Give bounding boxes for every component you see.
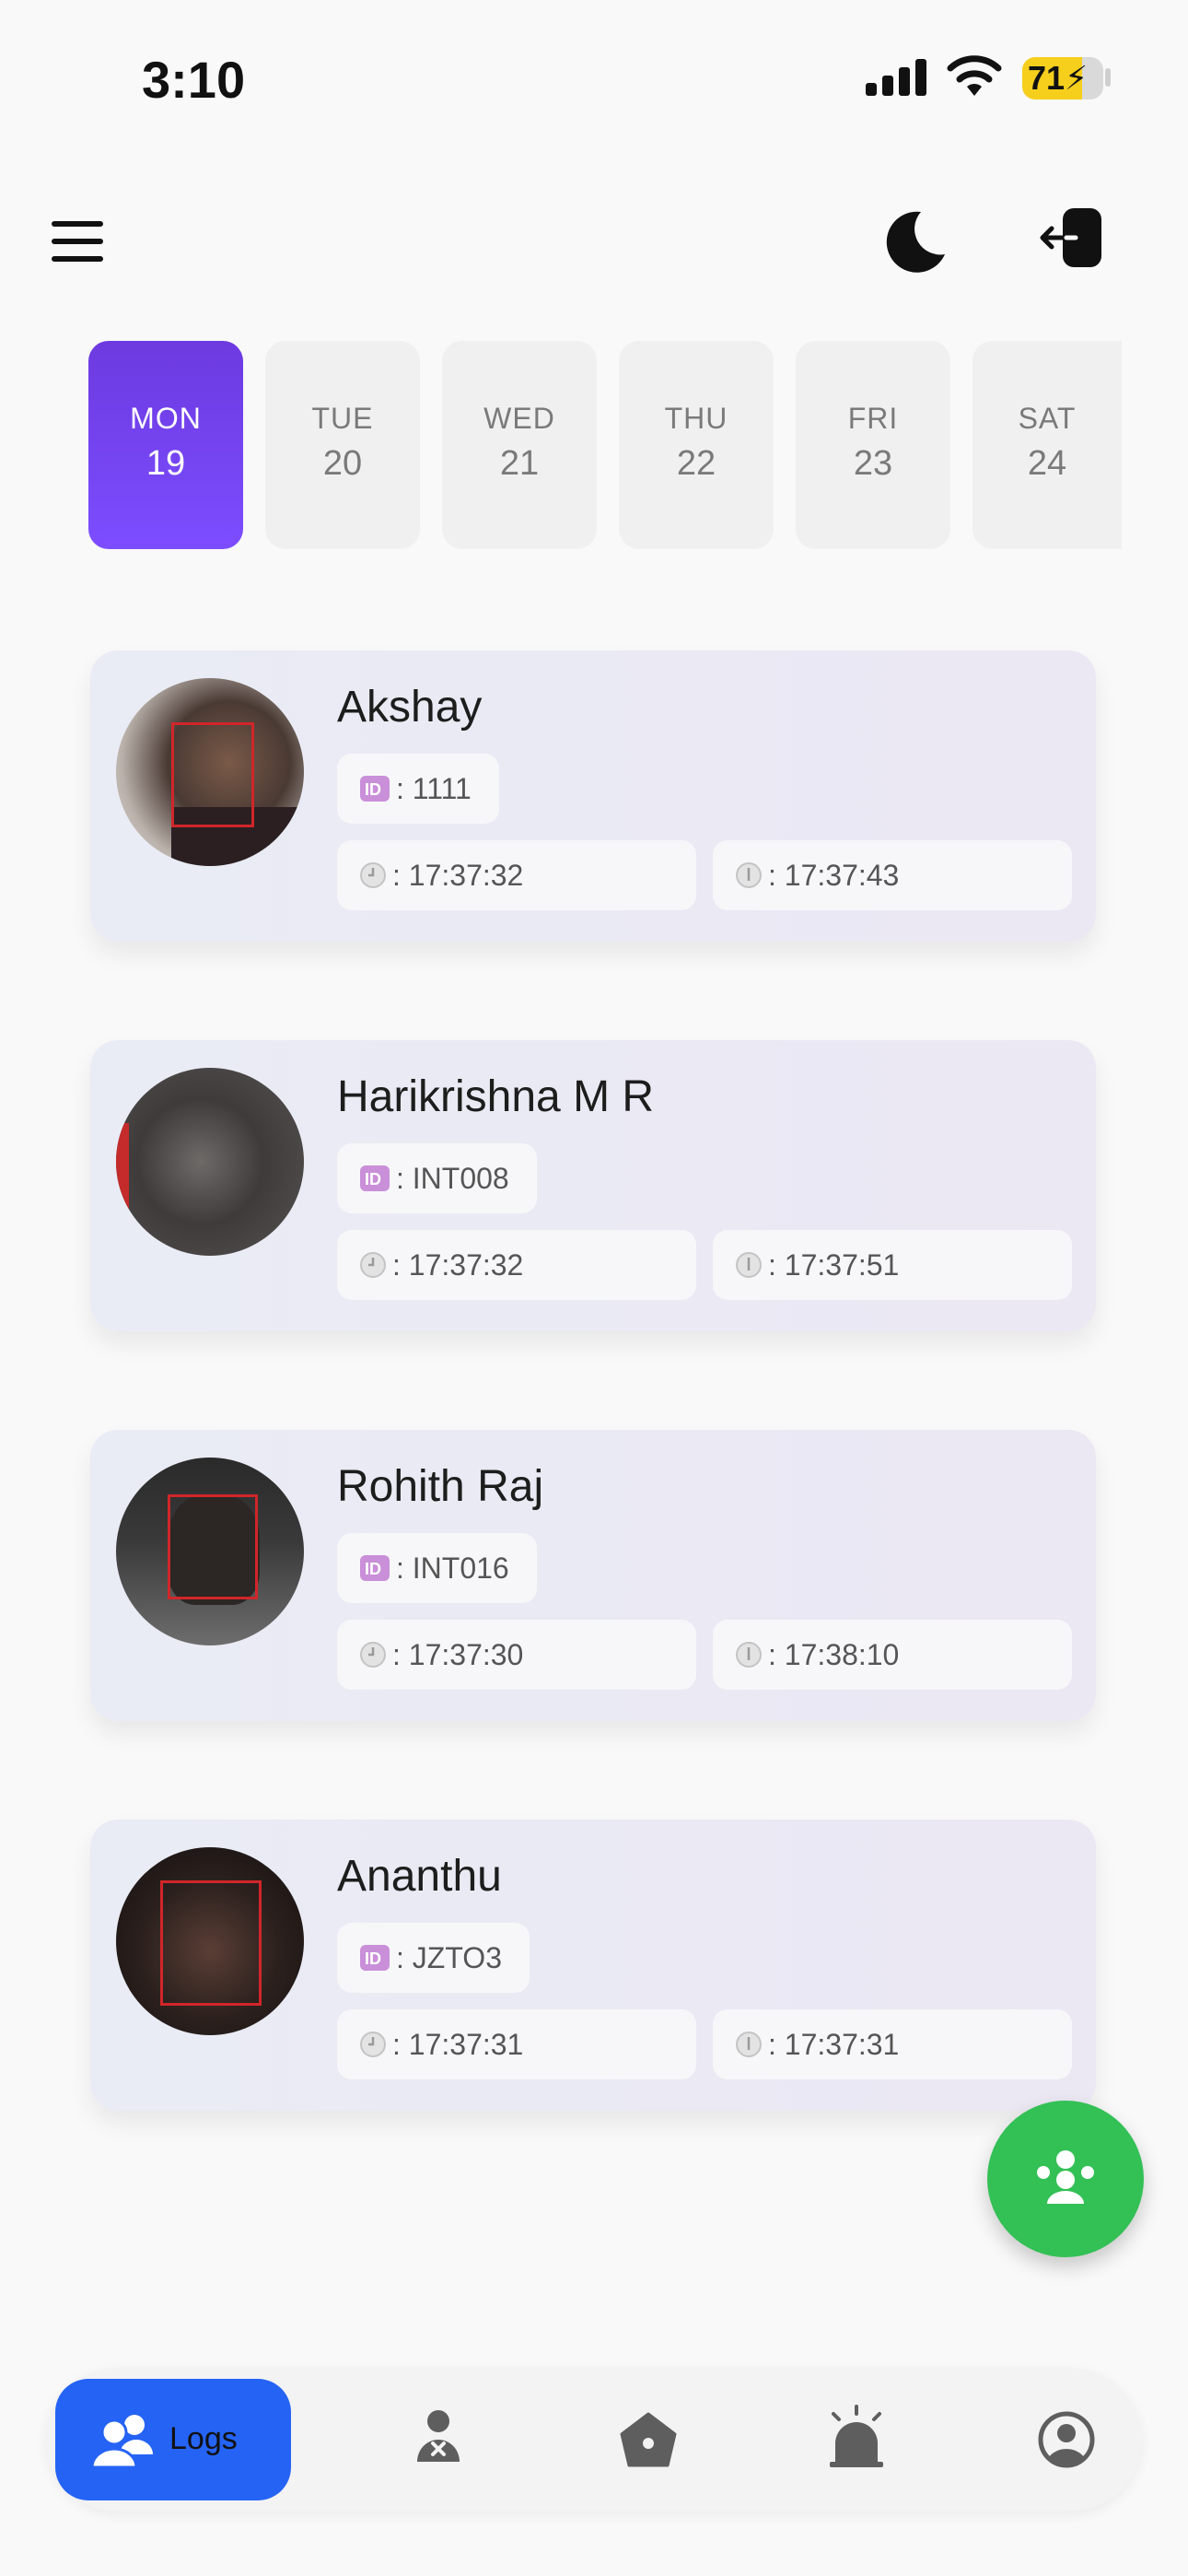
day-fri[interactable]: FRI 23 <box>796 341 950 549</box>
battery-level: 71 <box>1028 59 1066 97</box>
log-card[interactable]: Akshay ID : 1111 : 17:37:32 : 17:37:43 <box>90 650 1096 942</box>
check-in-time: : 17:37:32 <box>392 1247 524 1282</box>
day-sat[interactable]: SAT 24 <box>973 341 1122 549</box>
clock-out-icon <box>736 1252 762 1278</box>
employee-id-chip: ID : INT016 <box>337 1533 537 1603</box>
log-card[interactable]: Rohith Raj ID : INT016 : 17:37:30 : 17:3… <box>90 1430 1096 1721</box>
day-wed[interactable]: WED 21 <box>442 341 597 549</box>
moon-icon[interactable] <box>884 208 949 275</box>
clock-out-icon <box>736 862 762 888</box>
logout-icon[interactable] <box>1039 206 1105 271</box>
check-in-chip: : 17:37:32 <box>337 840 696 910</box>
employee-id: : 1111 <box>396 771 472 805</box>
employee-name: Rohith Raj <box>337 1462 544 1511</box>
check-in-chip: : 17:37:32 <box>337 1230 696 1300</box>
id-card-icon: ID <box>360 776 390 802</box>
face-scan-icon <box>1037 2150 1094 2204</box>
clock-out-icon <box>736 1642 762 1668</box>
avatar <box>116 1068 304 1256</box>
employee-id: : INT016 <box>396 1551 509 1585</box>
day-name: TUE <box>311 402 374 435</box>
check-out-chip: : 17:37:43 <box>713 840 1072 910</box>
day-tue[interactable]: TUE 20 <box>265 341 420 549</box>
clock-icon <box>360 2032 386 2057</box>
clock-icon <box>360 1642 386 1668</box>
avatar <box>116 1458 304 1645</box>
status-time: 3:10 <box>142 51 246 109</box>
day-number: 24 <box>1027 444 1067 483</box>
day-number: 19 <box>146 444 186 483</box>
avatar <box>116 678 304 866</box>
svg-text:ID: ID <box>365 780 381 799</box>
check-out-time: : 17:38:10 <box>768 1637 900 1671</box>
check-out-chip: : 17:38:10 <box>713 1620 1072 1690</box>
day-mon[interactable]: MON 19 <box>88 341 243 549</box>
cellular-signal-icon <box>866 59 926 96</box>
clock-out-icon <box>736 2032 762 2057</box>
clock-icon <box>360 862 386 888</box>
day-name: WED <box>483 402 555 435</box>
check-out-time: : 17:37:31 <box>768 2027 900 2061</box>
check-out-time: : 17:37:51 <box>768 1247 900 1282</box>
svg-text:ID: ID <box>365 1560 381 1578</box>
employee-name: Harikrishna M R <box>337 1072 655 1121</box>
day-name: FRI <box>847 402 899 435</box>
check-out-chip: : 17:37:31 <box>713 2009 1072 2079</box>
day-number: 22 <box>676 444 716 483</box>
nav-profile[interactable] <box>1030 2403 1103 2476</box>
wifi-icon <box>947 55 1002 96</box>
day-name: THU <box>664 402 728 435</box>
avatar <box>116 1847 304 2035</box>
check-in-time: : 17:37:32 <box>392 858 524 892</box>
face-scan-button[interactable] <box>987 2101 1144 2257</box>
home-icon <box>620 2412 677 2467</box>
employee-id: : INT008 <box>396 1161 509 1195</box>
employee-name: Akshay <box>337 683 483 732</box>
bottom-nav: Logs <box>46 2368 1142 2512</box>
id-card-icon: ID <box>360 1165 390 1191</box>
nav-user-remove[interactable] <box>402 2403 475 2476</box>
day-number: 23 <box>853 444 893 483</box>
check-in-time: : 17:37:31 <box>392 2027 524 2061</box>
user-remove-icon <box>417 2410 460 2462</box>
check-out-chip: : 17:37:51 <box>713 1230 1072 1300</box>
employee-id-chip: ID : INT008 <box>337 1143 537 1213</box>
alarm-icon <box>830 2405 883 2467</box>
day-number: 20 <box>322 444 363 483</box>
day-name: SAT <box>1018 402 1077 435</box>
nav-home[interactable] <box>611 2403 685 2476</box>
day-thu[interactable]: THU 22 <box>619 341 774 549</box>
employee-id-chip: ID : 1111 <box>337 754 499 824</box>
svg-text:ID: ID <box>365 1950 381 1968</box>
nav-logs-label: Logs <box>169 2421 238 2456</box>
clock-icon <box>360 1252 386 1278</box>
menu-icon[interactable] <box>52 221 103 262</box>
log-card[interactable]: Ananthu ID : JZTO3 : 17:37:31 : 17:37:31 <box>90 1820 1096 2111</box>
check-in-time: : 17:37:30 <box>392 1637 524 1671</box>
check-out-time: : 17:37:43 <box>768 858 900 892</box>
check-in-chip: : 17:37:30 <box>337 1620 696 1690</box>
svg-text:ID: ID <box>365 1170 381 1188</box>
employee-id: : JZTO3 <box>396 1940 502 1974</box>
nav-alarm[interactable] <box>820 2403 893 2476</box>
id-card-icon: ID <box>360 1945 390 1971</box>
log-card[interactable]: Harikrishna M R ID : INT008 : 17:37:32 :… <box>90 1040 1096 1331</box>
profile-icon <box>1038 2411 1095 2468</box>
users-icon <box>92 2415 153 2467</box>
battery-indicator: 71⚡ <box>1022 57 1103 100</box>
id-card-icon: ID <box>360 1555 390 1581</box>
check-in-chip: : 17:37:31 <box>337 2009 696 2079</box>
employee-id-chip: ID : JZTO3 <box>337 1923 530 1993</box>
day-name: MON <box>130 402 202 435</box>
employee-name: Ananthu <box>337 1852 502 1901</box>
day-number: 21 <box>499 444 540 483</box>
nav-logs[interactable]: Logs <box>55 2379 291 2500</box>
